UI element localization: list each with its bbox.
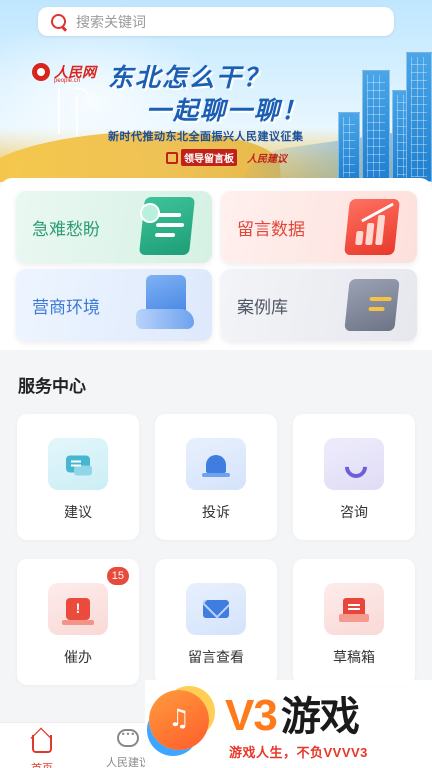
service-label: 草稿箱 [333, 649, 375, 665]
nav-label: 首页 [12, 760, 72, 768]
chart-board-icon [341, 195, 401, 259]
feature-tile-label: 留言数据 [237, 220, 305, 239]
banner-building [362, 70, 390, 182]
hero-banner[interactable]: 人民网 people.cn 东北怎么干？ 一起聊一聊！ 新时代推动东北全面振兴人… [0, 0, 432, 182]
feature-tile-urgent[interactable]: 急难愁盼 [16, 191, 212, 263]
mail-icon [186, 583, 246, 635]
service-label: 催办 [64, 649, 92, 665]
search-input[interactable] [76, 13, 376, 30]
message-board-icon [166, 151, 178, 164]
service-label: 建议 [64, 504, 92, 520]
service-view-messages[interactable]: 留言查看 [155, 559, 277, 685]
home-icon [32, 735, 52, 753]
nav-item-home[interactable]: 首页 [12, 729, 72, 768]
service-consultation[interactable]: 咨询 [293, 414, 415, 540]
people-daily-logo: 人民网 people.cn [32, 62, 96, 84]
banner-building [338, 112, 360, 182]
search-bar[interactable] [38, 7, 394, 36]
service-label: 留言查看 [188, 649, 244, 665]
banner-headline-line2: 一起聊一聊！ [146, 96, 309, 125]
service-drafts[interactable]: 草稿箱 [293, 559, 415, 685]
service-suggestion[interactable]: 建议 [17, 414, 139, 540]
music-disc-icon [149, 690, 209, 750]
urge-count-badge: 15 [106, 567, 129, 585]
document-clock-icon [136, 195, 196, 259]
feature-tile-label: 案例库 [237, 298, 288, 317]
feature-tile-label: 营商环境 [32, 298, 100, 317]
feature-tile-message-data[interactable]: 留言数据 [221, 191, 417, 263]
feature-tile-case-library[interactable]: 案例库 [221, 269, 417, 341]
clipboard-hand-icon [136, 273, 196, 337]
feature-tile-business-environment[interactable]: 营商环境 [16, 269, 212, 341]
banner-tagline: 新时代推动东北全面振兴人民建议征集 [108, 131, 304, 143]
service-center-title: 服务中心 [18, 377, 86, 396]
partner-logo-message-board: 领导留言板 [166, 149, 237, 166]
banner-building [406, 52, 432, 182]
phone-icon [324, 438, 384, 490]
watermark-brand: V3 游戏 [225, 691, 360, 740]
watermark-overlay: V3游戏 游戏人生，不负VVVV3 [145, 680, 432, 768]
alarm-light-icon [186, 438, 246, 490]
chat-bubble-icon [117, 729, 139, 747]
watermark-slogan: 游戏人生，不负VVVV3 [229, 745, 368, 760]
service-label: 咨询 [340, 504, 368, 520]
partner-logo-people-suggestion: 人民建议 [247, 154, 287, 165]
wind-turbine-icon [76, 96, 78, 136]
banner-partner-logos: 领导留言板 人民建议 [166, 149, 287, 166]
banner-headline-line1: 东北怎么干？ [108, 63, 271, 92]
logo-domain: people.cn [54, 78, 81, 84]
service-label: 投诉 [202, 504, 230, 520]
people-logo-mark-icon [32, 63, 50, 81]
feature-tiles: 急难愁盼 留言数据 营商环境 案例库 [0, 178, 432, 350]
chat-bubbles-icon [48, 438, 108, 490]
service-complaint[interactable]: 投诉 [155, 414, 277, 540]
feature-tile-label: 急难愁盼 [32, 220, 100, 239]
folder-icon [341, 273, 401, 337]
urge-warning-icon [48, 583, 108, 635]
wind-turbine-icon [58, 86, 60, 134]
service-urge[interactable]: 催办 15 [17, 559, 139, 685]
draft-box-icon [324, 583, 384, 635]
search-icon[interactable] [50, 13, 68, 31]
